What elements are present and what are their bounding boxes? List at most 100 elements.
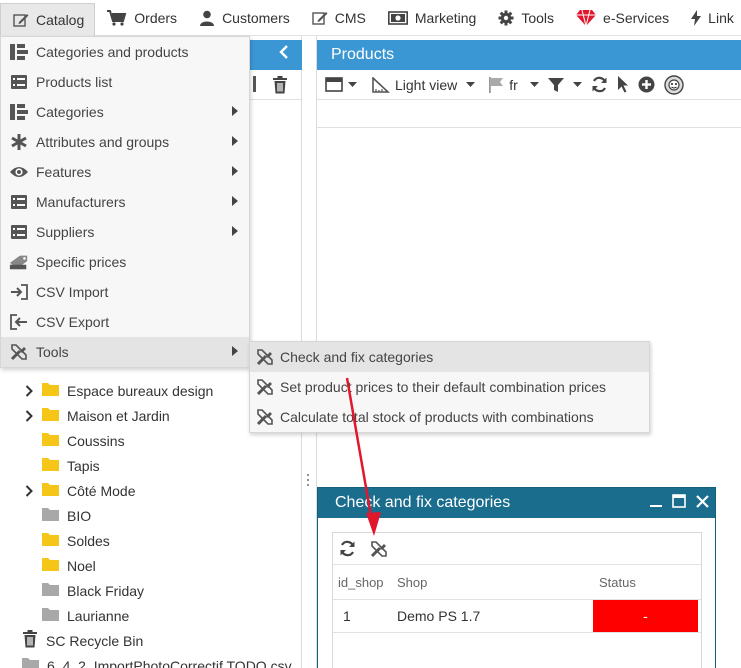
trash-icon[interactable] (272, 76, 288, 97)
submenu-arrow-icon (232, 226, 238, 236)
pencil-icon (312, 11, 328, 25)
menu-catalog[interactable]: Catalog (0, 2, 96, 36)
trash-icon (22, 630, 38, 651)
dialog-window-buttons (640, 494, 709, 508)
folder-icon (42, 507, 59, 524)
folder-icon (42, 382, 59, 399)
dialog-body: id_shop Shop Status 1 Demo PS 1.7 - (332, 532, 702, 668)
gem-icon (576, 9, 597, 26)
catalog-menu-item-label: Categories and products (36, 44, 189, 60)
view-selector-label: Light view (395, 76, 458, 93)
catalog-menu-item[interactable]: Manufacturers (1, 187, 249, 217)
tree-item-label: Coussins (67, 432, 125, 449)
tree-item[interactable]: Soldes (0, 528, 302, 553)
view-selector[interactable]: Light view (372, 76, 476, 93)
tree-item-label: BIO (67, 507, 92, 524)
menu-cms[interactable]: CMS (300, 0, 376, 36)
tools-submenu-item[interactable]: Calculate total stock of products with c… (250, 402, 649, 432)
tools-submenu-item[interactable]: Check and fix categories (250, 342, 649, 372)
menu-tools[interactable]: Tools (486, 0, 564, 36)
tree-item[interactable]: Noel (0, 553, 302, 578)
column-header-shop[interactable]: Shop (397, 575, 593, 590)
menu-link-label: Link (708, 9, 734, 26)
panel-splitter[interactable] (305, 473, 311, 487)
close-icon[interactable] (696, 494, 709, 508)
catalog-menu-item[interactable]: Features (1, 157, 249, 187)
collapse-panel-icon[interactable] (278, 45, 290, 62)
fix-tools-icon[interactable] (370, 540, 388, 558)
app-window: Catalog Orders Customers CMS Marketing T… (0, 0, 741, 668)
status-badge: - (593, 600, 698, 632)
tree-item[interactable]: Black Friday (0, 578, 302, 603)
catalog-menu-item[interactable]: CSV Import (1, 277, 249, 307)
catalog-menu-item[interactable]: CSV Export (1, 307, 249, 337)
menu-orders[interactable]: Orders (95, 0, 187, 36)
catalog-menu-item[interactable]: Categories and products (1, 37, 249, 67)
menu-marketing-label: Marketing (414, 9, 477, 26)
folder-icon (42, 557, 59, 574)
catalog-menu-item[interactable]: Tools (1, 337, 249, 367)
filter-button[interactable] (547, 77, 582, 93)
catalog-menu-item[interactable]: Products list (1, 67, 249, 97)
menu-e-services[interactable]: e-Services (564, 0, 679, 36)
chevron-right-icon[interactable] (22, 484, 36, 497)
eye-icon (9, 163, 29, 181)
catalog-menu-item[interactable]: Attributes and groups (1, 127, 249, 157)
language-selector-label: fr (509, 76, 518, 93)
tree-item-recycle-bin[interactable]: SC Recycle Bin (0, 628, 302, 653)
plus-circle-icon (638, 76, 655, 93)
catalog-menu-item-label: Tools (36, 344, 69, 360)
catalog-menu-item[interactable]: Suppliers (1, 217, 249, 247)
catalog-menu-item[interactable]: Specific prices (1, 247, 249, 277)
tools-submenu-item-label: Check and fix categories (280, 349, 434, 365)
add-product-button[interactable] (638, 76, 655, 93)
tools-submenu-item[interactable]: Set product prices to their default comb… (250, 372, 649, 402)
dialog-title-bar[interactable]: Check and fix categories (318, 488, 715, 518)
menu-customers-label: Customers (222, 9, 290, 26)
check-fix-categories-dialog: Check and fix categories id_shop Shop St… (317, 487, 716, 668)
tree-item-label: Espace bureaux design (67, 382, 214, 399)
folder-icon (42, 607, 59, 624)
tree-item-file[interactable]: 6_4_2_ImportPhotoCorrectif TODO.csv (0, 653, 302, 668)
tools-icon (255, 408, 275, 426)
select-pointer-button[interactable] (617, 76, 629, 93)
maximize-icon[interactable] (672, 494, 686, 508)
tree-item[interactable]: BIO (0, 503, 302, 528)
chevron-right-icon[interactable] (22, 384, 36, 397)
refresh-button[interactable] (591, 76, 608, 93)
menu-link[interactable]: Link (679, 0, 741, 36)
language-selector[interactable]: fr (488, 76, 539, 93)
tree-item[interactable]: Laurianne (0, 603, 302, 628)
refresh-icon[interactable] (339, 540, 356, 557)
minimize-icon[interactable] (650, 494, 662, 508)
folder-icon (22, 657, 39, 668)
menu-marketing[interactable]: Marketing (376, 0, 486, 36)
tree-item-label: Laurianne (67, 607, 130, 624)
products-panel-title: Products (317, 40, 741, 70)
list-icon (9, 223, 29, 241)
dialog-title: Check and fix categories (335, 494, 511, 511)
table-row[interactable]: 1 Demo PS 1.7 - (333, 600, 701, 633)
cell-shop: Demo PS 1.7 (397, 608, 481, 624)
refresh-icon (592, 76, 607, 93)
face-icon-button[interactable] (664, 74, 684, 95)
catalog-menu-item[interactable]: Categories (1, 97, 249, 127)
column-header-id-shop[interactable]: id_shop (333, 575, 397, 590)
menu-e-services-label: e-Services (603, 9, 670, 26)
flag-icon (489, 76, 504, 93)
column-header-status[interactable]: Status (593, 575, 698, 590)
tree-item[interactable]: Côté Mode (0, 478, 302, 503)
columns-menu-button[interactable] (325, 77, 357, 92)
tree-item-label: Black Friday (67, 582, 145, 599)
submenu-arrow-icon (232, 166, 238, 176)
tree-item[interactable]: Tapis (0, 453, 302, 478)
menu-customers[interactable]: Customers (187, 0, 300, 36)
bolt-icon (691, 9, 702, 26)
chevron-right-icon[interactable] (22, 409, 36, 422)
catalog-menu-item-label: Products list (36, 74, 113, 90)
list-icon (9, 73, 29, 91)
money-icon (387, 10, 408, 25)
products-toolbar: Light view fr (317, 70, 741, 100)
catalog-menu-item-label: Features (36, 164, 92, 180)
catalog-menu-item-label: Suppliers (36, 224, 95, 240)
